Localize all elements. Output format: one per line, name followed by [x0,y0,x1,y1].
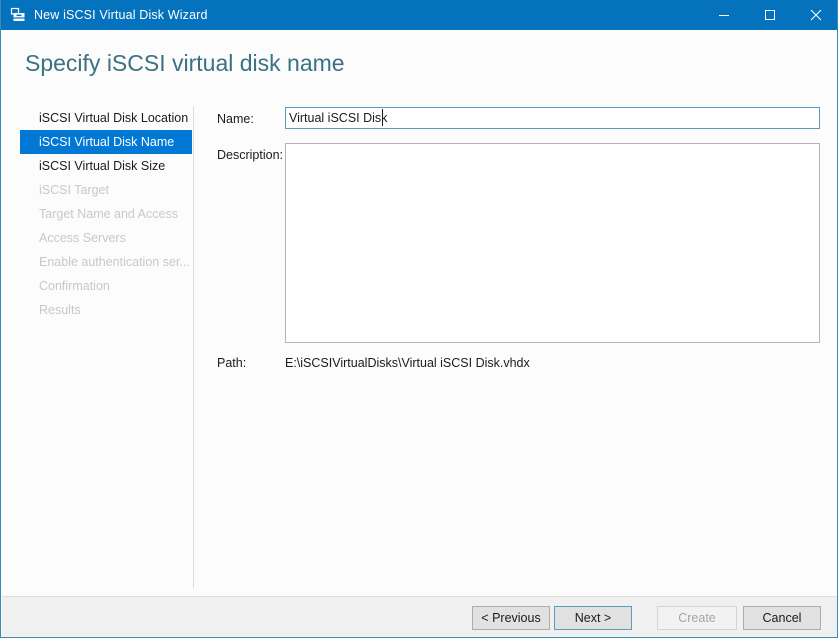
close-button[interactable] [793,0,837,30]
previous-button[interactable]: < Previous [472,606,550,630]
path-value: E:\iSCSIVirtualDisks\Virtual iSCSI Disk.… [285,356,530,370]
minimize-button[interactable] [701,0,747,30]
name-input[interactable] [285,107,820,129]
sidebar-item-iscsi-target: iSCSI Target [39,183,109,197]
sidebar-item-results: Results [39,303,81,317]
disk-wizard-icon [10,7,25,21]
sidebar-item-access-servers: Access Servers [39,231,126,245]
next-button[interactable]: Next > [554,606,632,630]
sidebar-item-iscsi-virtual-disk-name[interactable]: iSCSI Virtual Disk Name [20,130,192,154]
wizard-window: New iSCSI Virtual Disk Wizard Specify iS… [0,0,838,638]
maximize-button[interactable] [747,0,793,30]
close-icon [810,9,822,21]
description-input[interactable] [285,143,820,343]
maximize-icon [765,10,775,20]
wizard-body: iSCSI Virtual Disk Location iSCSI Virtua… [2,98,837,596]
sidebar-item-iscsi-virtual-disk-location[interactable]: iSCSI Virtual Disk Location [20,106,192,130]
wizard-step-nav: iSCSI Virtual Disk Location iSCSI Virtua… [2,98,193,596]
name-label: Name: [217,112,254,126]
sidebar-item-confirmation: Confirmation [39,279,110,293]
window-title: New iSCSI Virtual Disk Wizard [34,8,208,22]
wizard-form: Name: Description: Path: E:\iSCSIVirtual… [193,98,837,596]
description-label: Description: [217,148,283,162]
sidebar-item-target-name-and-access: Target Name and Access [39,207,178,221]
page-title: Specify iSCSI virtual disk name [25,50,345,76]
text-caret [382,109,383,126]
cancel-button[interactable]: Cancel [743,606,821,630]
page-header: Specify iSCSI virtual disk name [2,30,837,98]
create-button: Create [657,606,737,630]
wizard-footer: < Previous Next > Create Cancel [2,596,837,637]
sidebar-item-enable-authentication: Enable authentication ser... [39,255,190,269]
sidebar-item-iscsi-virtual-disk-size[interactable]: iSCSI Virtual Disk Size [20,154,192,178]
path-label: Path: [217,356,247,370]
title-bar: New iSCSI Virtual Disk Wizard [1,0,837,30]
minimize-icon [719,15,729,16]
